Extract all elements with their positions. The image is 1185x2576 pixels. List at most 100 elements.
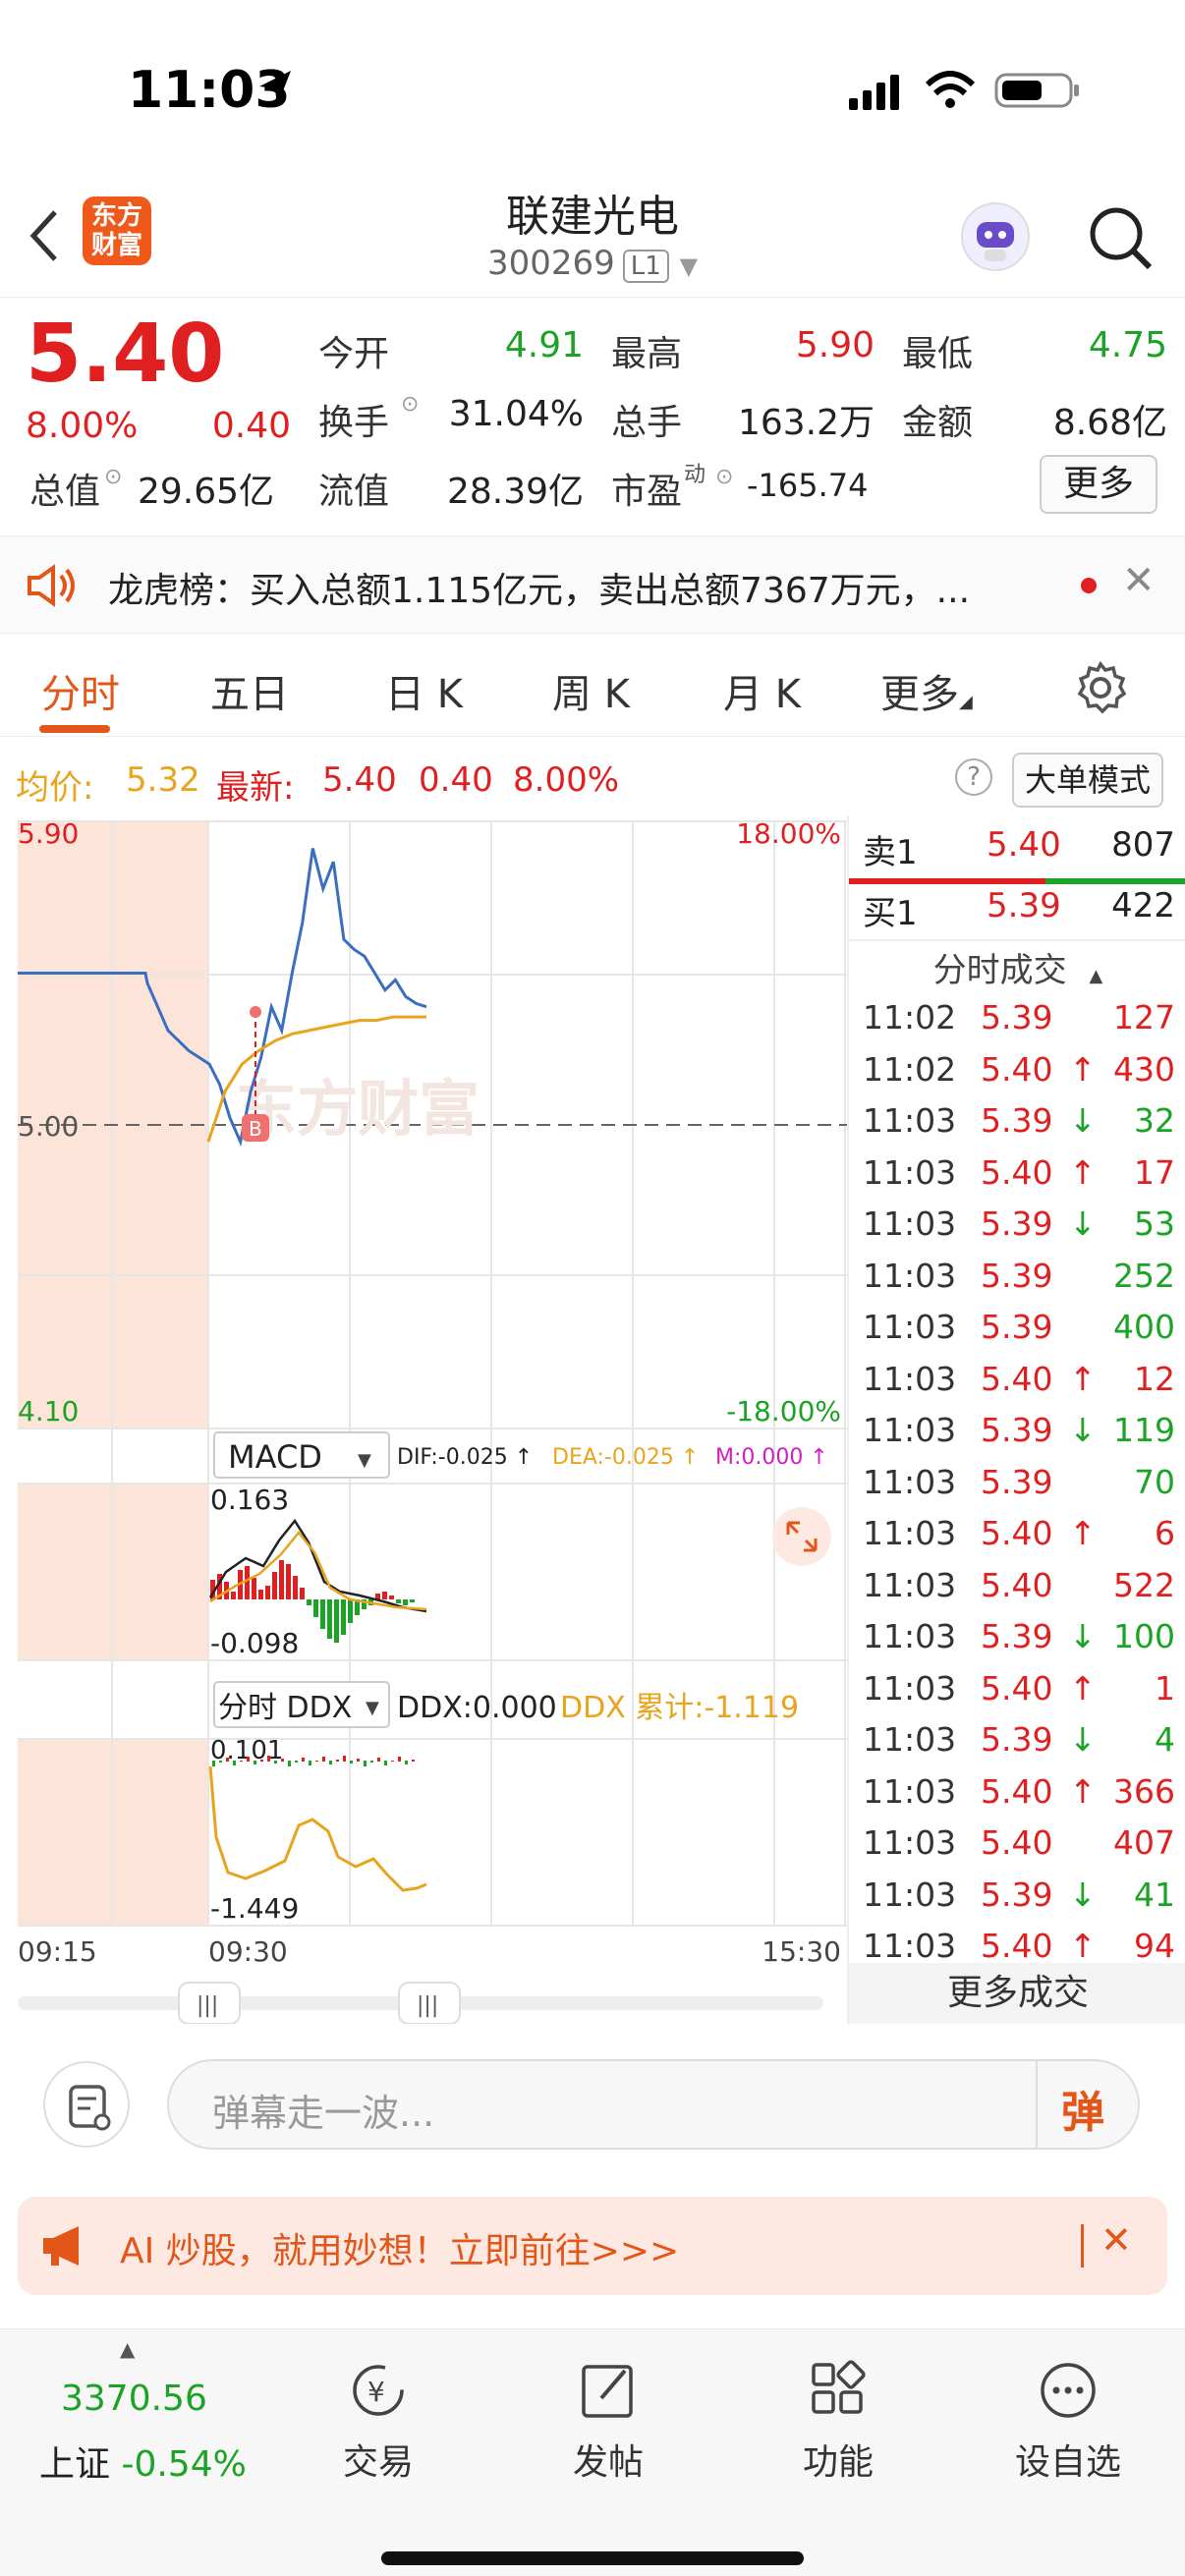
trade-time: 11:03	[863, 1462, 957, 1501]
unread-dot	[1081, 578, 1097, 593]
sell1-price: 5.40	[987, 825, 1061, 865]
svg-text:¥: ¥	[367, 2376, 385, 2408]
tab-5day[interactable]: 五日	[210, 662, 289, 719]
ddx-bar	[329, 1761, 332, 1764]
latest-label: 最新:	[216, 768, 295, 808]
trade-price: 5.39	[981, 1308, 1053, 1346]
trade-price: 5.39	[981, 1256, 1053, 1295]
ai-ad-banner[interactable]: AI 炒股，就用妙想！立即前往>>> ✕	[18, 2197, 1167, 2295]
turnover-value: 31.04%	[448, 394, 584, 434]
tab-monthly-k[interactable]: 月 K	[723, 662, 801, 719]
trades-title-row[interactable]: 分时成交 ▲	[849, 943, 1185, 991]
change-pct: 8.00%	[26, 406, 139, 446]
ddx-bar	[357, 1759, 360, 1762]
volume-label: 总手	[611, 403, 683, 443]
trade-volume: 252	[1113, 1256, 1175, 1295]
more-quote-button[interactable]: 更多	[1040, 455, 1157, 514]
tab-daily-k[interactable]: 日 K	[385, 662, 463, 719]
megaphone-icon	[43, 2226, 79, 2266]
macd-bar	[327, 1599, 332, 1639]
dropdown-icon: ▼	[366, 1698, 379, 1718]
trade-price: 5.40	[981, 1927, 1053, 1965]
float-label: 流值	[318, 472, 390, 512]
macd-bar	[252, 1578, 256, 1599]
tab-more[interactable]: 更多◢	[880, 662, 973, 719]
notes-icon	[69, 2085, 111, 2131]
ddx-bar	[370, 1761, 373, 1763]
speaker-icon	[28, 564, 75, 607]
time-start-label: 09:15	[18, 1935, 97, 1968]
edit-icon	[582, 2365, 633, 2418]
trade-direction: ↑	[1069, 1049, 1097, 1089]
trade-time: 11:03	[863, 1823, 957, 1862]
dif-value: DIF:-0.025 ↑	[397, 1445, 533, 1470]
notes-button[interactable]	[43, 2061, 130, 2148]
latest-value: 5.40	[322, 760, 397, 800]
ddx-bar	[350, 1761, 353, 1764]
trade-time: 11:03	[863, 1256, 957, 1295]
info-icon: ⊙	[401, 392, 420, 417]
macd-bar	[231, 1592, 236, 1599]
buy-marker-letter: B	[249, 1117, 262, 1141]
close-icon[interactable]: ✕	[1122, 558, 1156, 603]
y-min-label: 4.10	[18, 1395, 79, 1428]
trade-price: 5.40	[981, 1359, 1053, 1398]
latest-pct: 8.00%	[513, 760, 620, 800]
help-icon[interactable]: ?	[955, 758, 992, 796]
macd-bar	[396, 1599, 401, 1603]
buy-marker-dot	[250, 1006, 261, 1018]
ddx-bar	[233, 1761, 236, 1765]
index-value[interactable]: 3370.56	[61, 2379, 207, 2419]
stock-code: 300269	[486, 244, 615, 283]
tab-intraday[interactable]: 分时	[41, 662, 120, 719]
ddx-bar	[377, 1758, 380, 1762]
nav-watchlist[interactable]: 设自选	[994, 2359, 1142, 2485]
nav-function[interactable]: 功能	[764, 2359, 912, 2485]
index-summary[interactable]: 上证 -0.54%	[39, 2436, 247, 2487]
settings-gear-icon[interactable]	[1073, 660, 1128, 715]
ddx-bar	[309, 1761, 311, 1765]
nav-trade[interactable]: ¥ 交易	[305, 2359, 452, 2485]
trade-volume: 366	[1113, 1771, 1175, 1811]
trade-row: 11:03 5.39 ↓ 32	[849, 1101, 1185, 1152]
wifi-icon	[925, 71, 976, 108]
trade-volume: 53	[1134, 1204, 1175, 1243]
trade-volume: 407	[1113, 1823, 1175, 1862]
ddx-sum: DDX 累计:-1.119	[560, 1691, 799, 1725]
trade-row: 11:03 5.39 ↓ 53	[849, 1204, 1185, 1256]
close-icon[interactable]: ✕	[1100, 2218, 1132, 2262]
chart-canvas[interactable]: 东方财富 B 5.90 5.00 4.10 18.00% -18.00% MAC…	[0, 815, 847, 2025]
trade-time: 11:03	[863, 1771, 957, 1811]
notice-bar[interactable]: 龙虎榜：买入总额1.115亿元，卖出总额7367万元，... ✕	[0, 535, 1185, 634]
trade-row: 11:02 5.40 ↑ 430	[849, 1050, 1185, 1101]
trade-time: 11:03	[863, 1668, 957, 1708]
tab-weekly-k[interactable]: 周 K	[552, 662, 630, 719]
ai-robot-avatar[interactable]	[961, 202, 1030, 271]
sell-bar	[849, 878, 1045, 884]
expand-button[interactable]	[772, 1507, 831, 1566]
danmu-button[interactable]: 弹	[1061, 2077, 1104, 2140]
search-icon[interactable]	[1085, 202, 1156, 273]
more-trades-button[interactable]: 更多成交	[849, 1963, 1185, 2024]
danmu-input[interactable]: 弹幕走一波... 弹	[167, 2059, 1140, 2150]
low-value: 4.75	[1088, 325, 1167, 365]
sell1-row[interactable]: 卖1 5.40 807	[849, 825, 1185, 876]
ddx-bar	[384, 1761, 387, 1765]
macd-bar	[265, 1586, 270, 1599]
trade-price: 5.39	[981, 1462, 1053, 1501]
nav-post[interactable]: 发帖	[535, 2359, 682, 2485]
ddx-value: DDX:0.000	[397, 1691, 557, 1725]
trade-time: 11:02	[863, 1049, 957, 1089]
macd-bar	[341, 1599, 346, 1635]
trade-time: 11:03	[863, 1875, 957, 1914]
big-order-mode-button[interactable]: 大单模式	[1012, 753, 1163, 808]
trade-price: 5.40	[981, 1823, 1053, 1862]
buy1-row[interactable]: 买1 5.39 422	[849, 886, 1185, 937]
trade-price: 5.40	[981, 1152, 1053, 1192]
intraday-chart[interactable]: 东方财富 B 5.90 5.00 4.10 18.00% -18.00% MAC…	[0, 815, 847, 2025]
trade-price: 5.39	[981, 1875, 1053, 1914]
danmu-placeholder: 弹幕走一波...	[212, 2092, 435, 2135]
mktcap-value: 29.65亿	[138, 472, 275, 512]
ddx-bar	[315, 1761, 318, 1762]
divider	[1036, 2061, 1038, 2148]
